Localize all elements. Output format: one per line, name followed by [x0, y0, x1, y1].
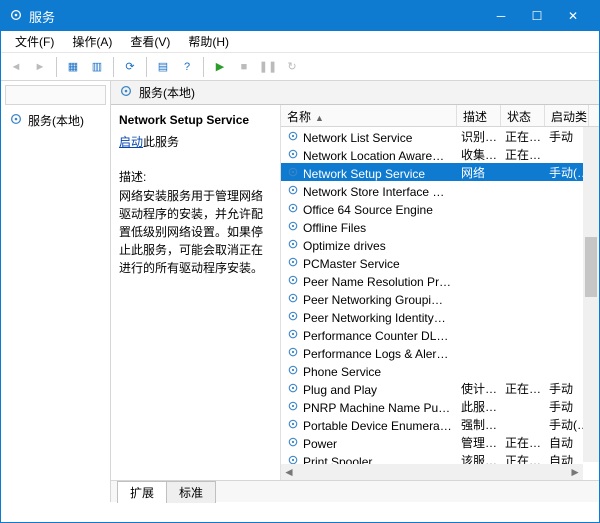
tree-node-label: 服务(本地)	[28, 112, 84, 129]
tree-node-services-local[interactable]: 服务(本地)	[5, 109, 106, 132]
minimize-button[interactable]: ─	[483, 1, 519, 31]
tree-header	[5, 85, 106, 105]
service-icon	[285, 236, 301, 252]
maximize-button[interactable]: ☐	[519, 1, 555, 31]
service-row[interactable]: Peer Name Resolution Pr…	[281, 271, 599, 289]
service-icon	[285, 308, 301, 324]
col-name[interactable]: 名称▲	[281, 105, 457, 126]
service-icon	[285, 398, 301, 414]
service-icon	[285, 254, 301, 270]
tab-extended[interactable]: 扩展	[117, 481, 167, 503]
refresh-icon[interactable]: ⟳	[119, 56, 141, 78]
col-desc[interactable]: 描述	[457, 105, 501, 126]
service-row[interactable]: PNRP Machine Name Pu…此服…手动	[281, 397, 599, 415]
window-title: 服务	[29, 7, 483, 26]
gear-icon	[119, 84, 133, 101]
service-icon	[285, 326, 301, 342]
start-link[interactable]: 启动	[119, 135, 143, 149]
service-row[interactable]: Plug and Play使计…正在…手动	[281, 379, 599, 397]
horizontal-scrollbar[interactable]: ◄►	[281, 464, 583, 480]
restart-service-icon[interactable]: ↻	[281, 56, 303, 78]
tree-pane: 服务(本地)	[1, 81, 111, 502]
service-row[interactable]: Offline Files	[281, 217, 599, 235]
service-icon	[285, 290, 301, 306]
start-service-icon[interactable]: ▶	[209, 56, 231, 78]
service-list: 名称▲ 描述 状态 启动类 Network List Service识别…正在……	[281, 105, 599, 480]
close-button[interactable]: ✕	[555, 1, 591, 31]
view-tabs: 扩展 标准	[111, 480, 599, 502]
list-title-bar: 服务(本地)	[111, 81, 599, 105]
description-pane: Network Setup Service 启动此服务 描述: 网络安装服务用于…	[111, 105, 281, 480]
list-title: 服务(本地)	[139, 84, 195, 101]
properties-icon[interactable]: ▤	[152, 56, 174, 78]
service-icon	[285, 200, 301, 216]
service-row[interactable]: Peer Networking Identity…	[281, 307, 599, 325]
app-icon	[9, 8, 23, 25]
service-icon	[285, 128, 301, 144]
toolbar: ◄ ► ▦ ▥ ⟳ ▤ ? ▶ ■ ❚❚ ↻	[1, 53, 599, 81]
menu-bar: 文件(F) 操作(A) 查看(V) 帮助(H)	[1, 31, 599, 53]
help-icon[interactable]: ?	[176, 56, 198, 78]
col-status[interactable]: 状态	[501, 105, 545, 126]
service-row[interactable]: Portable Device Enumera…强制…手动(…	[281, 415, 599, 433]
service-icon	[285, 272, 301, 288]
back-button[interactable]: ◄	[5, 56, 27, 78]
service-icon	[285, 380, 301, 396]
service-icon	[285, 146, 301, 162]
service-icon	[285, 182, 301, 198]
menu-help[interactable]: 帮助(H)	[180, 31, 237, 52]
service-icon	[285, 164, 301, 180]
menu-action[interactable]: 操作(A)	[64, 31, 120, 52]
service-row[interactable]: Phone Service	[281, 361, 599, 379]
sort-asc-icon: ▲	[315, 113, 324, 123]
service-icon	[285, 218, 301, 234]
description-text: 网络安装服务用于管理网络驱动程序的安装，并允许配置低级别网络设置。如果停止此服务…	[119, 187, 272, 277]
gear-icon	[9, 112, 23, 129]
service-row[interactable]: Network Location Aware…收集…正在…	[281, 145, 599, 163]
selected-service-name: Network Setup Service	[119, 113, 272, 127]
service-row[interactable]: Peer Networking Groupi…	[281, 289, 599, 307]
service-row[interactable]: Performance Logs & Aler…	[281, 343, 599, 361]
start-link-suffix: 此服务	[143, 135, 179, 149]
menu-view[interactable]: 查看(V)	[122, 31, 178, 52]
menu-file[interactable]: 文件(F)	[7, 31, 62, 52]
col-startup[interactable]: 启动类	[545, 105, 589, 126]
service-row[interactable]: Optimize drives	[281, 235, 599, 253]
service-row[interactable]: Power管理…正在…自动	[281, 433, 599, 451]
vertical-scrollbar[interactable]	[583, 127, 599, 462]
service-row[interactable]: PCMaster Service	[281, 253, 599, 271]
forward-button[interactable]: ►	[29, 56, 51, 78]
service-icon	[285, 434, 301, 450]
service-icon	[285, 416, 301, 432]
service-row[interactable]: Office 64 Source Engine	[281, 199, 599, 217]
service-row[interactable]: Network Store Interface …	[281, 181, 599, 199]
service-icon	[285, 362, 301, 378]
title-bar: 服务 ─ ☐ ✕	[1, 1, 599, 31]
pause-service-icon[interactable]: ❚❚	[257, 56, 279, 78]
service-icon	[285, 344, 301, 360]
service-row[interactable]: Network Setup Service网络手动(…	[281, 163, 599, 181]
description-header: 描述:	[119, 168, 272, 185]
service-row[interactable]: Performance Counter DL…	[281, 325, 599, 343]
tab-standard[interactable]: 标准	[166, 481, 216, 503]
service-row[interactable]: Network List Service识别…正在…手动	[281, 127, 599, 145]
stop-service-icon[interactable]: ■	[233, 56, 255, 78]
show-hide-button[interactable]: ▦	[62, 56, 84, 78]
export-button[interactable]: ▥	[86, 56, 108, 78]
